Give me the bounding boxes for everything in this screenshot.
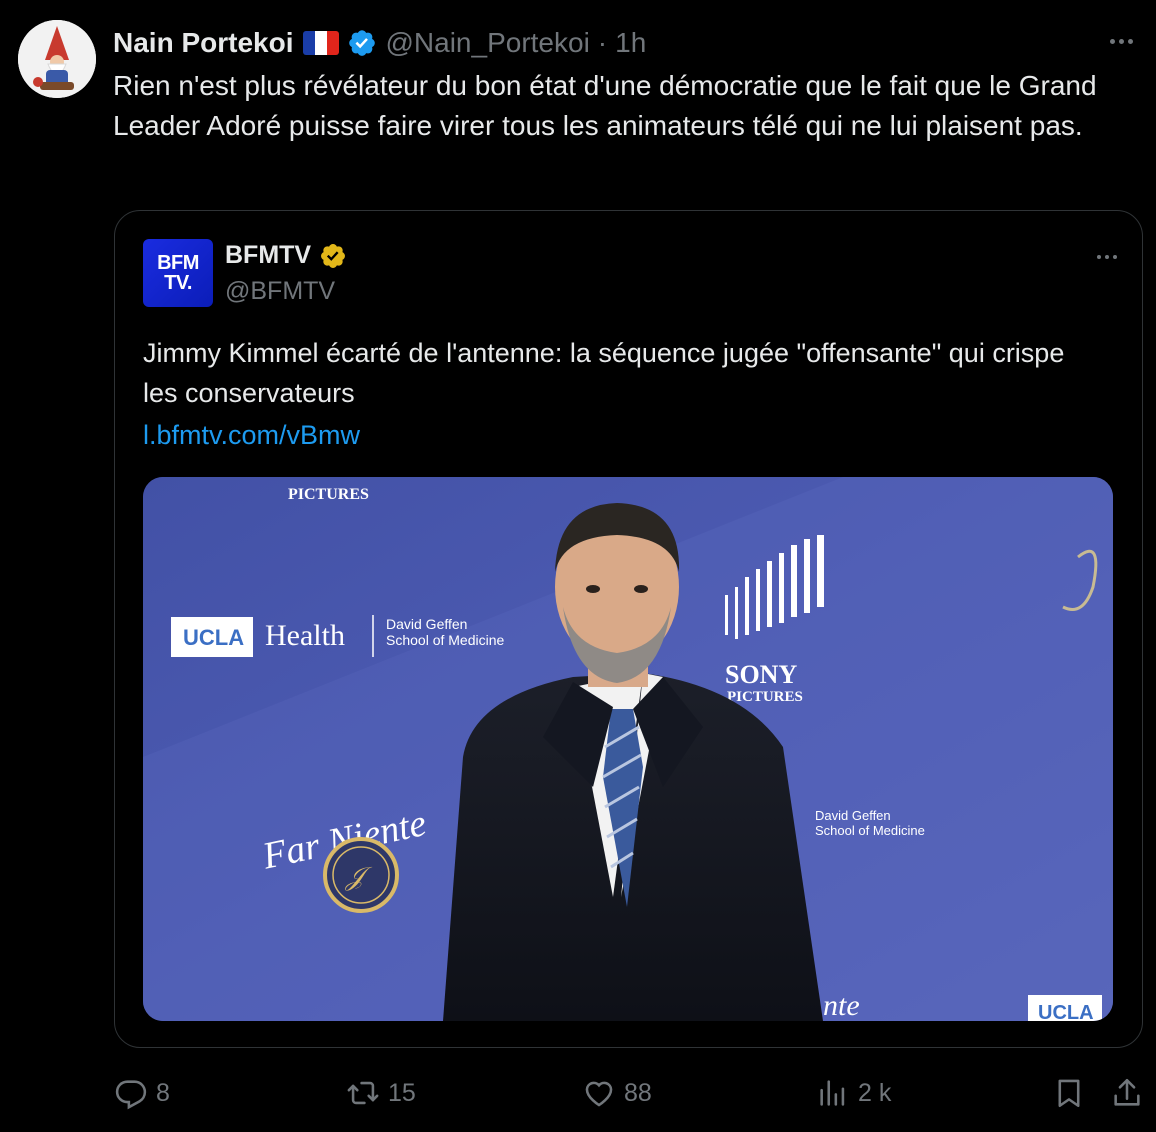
more-options-icon[interactable]	[1104, 26, 1138, 56]
backdrop-ucla-bottom: UCLA	[1038, 1002, 1094, 1021]
author-name[interactable]: Nain Portekoi	[113, 27, 293, 59]
backdrop-niente-bottom: nte	[823, 989, 860, 1021]
verified-badge-icon[interactable]	[347, 28, 377, 58]
repost-count: 15	[388, 1078, 416, 1107]
bookmark-icon	[1052, 1076, 1086, 1110]
author-handle[interactable]: @Nain_Portekoi	[385, 27, 589, 59]
like-count: 88	[624, 1078, 652, 1107]
like-button[interactable]: 88	[582, 1076, 652, 1110]
quote-author-handle[interactable]: @BFMTV	[225, 277, 335, 306]
backdrop-geffen-2: School of Medicine	[386, 632, 505, 648]
share-icon	[1110, 1076, 1144, 1110]
tweet-time[interactable]: 1h	[615, 27, 646, 59]
backdrop-geffen-1: David Geffen	[386, 616, 467, 632]
quote-media-photo[interactable]: PICTURES UCLA Health David Geffen School…	[143, 477, 1113, 1021]
backdrop-geffen2-2: School of Medicine	[815, 823, 925, 838]
photo-illustration: PICTURES UCLA Health David Geffen School…	[143, 477, 1113, 1021]
quote-author-name[interactable]: BFMTV	[225, 241, 311, 270]
backdrop-ucla: UCLA	[183, 625, 244, 650]
gnome-avatar-image	[18, 20, 96, 98]
verified-gold-badge-icon[interactable]	[319, 242, 347, 270]
analytics-icon	[816, 1076, 850, 1110]
tweet-text: Rien n'est plus révélateur du bon état d…	[113, 70, 1097, 141]
backdrop-sony-top: PICTURES	[288, 486, 369, 503]
france-flag-icon	[303, 31, 340, 55]
share-button[interactable]	[1110, 1076, 1144, 1110]
tweet-header: Nain Portekoi @Nain_Portekoi · 1h	[113, 26, 646, 60]
quote-author-row: BFMTV	[225, 241, 347, 270]
quote-more-options-icon[interactable]	[1092, 245, 1122, 269]
quote-text: Jimmy Kimmel écarté de l'antenne: la séq…	[143, 338, 1065, 408]
repost-icon	[346, 1076, 380, 1110]
views-button[interactable]: 2 k	[816, 1076, 891, 1110]
backdrop-geffen2-1: David Geffen	[815, 808, 891, 823]
reply-icon	[114, 1076, 148, 1110]
views-count: 2 k	[858, 1078, 892, 1107]
tweet-actions-bar: 8 15 88 2 k	[0, 1070, 1156, 1120]
quote-link[interactable]: l.bfmtv.com/vBmw	[143, 415, 360, 455]
repost-button[interactable]: 15	[346, 1076, 416, 1110]
avatar[interactable]	[18, 20, 96, 98]
logo-text-line1: BFM	[157, 252, 199, 274]
logo-text-line2: TV.	[164, 272, 192, 294]
quoted-tweet-card[interactable]: BFM TV. BFMTV @BFMTV Jimmy Kimmel écarté…	[114, 210, 1143, 1048]
bookmark-button[interactable]	[1052, 1076, 1086, 1110]
backdrop-health: Health	[265, 619, 345, 652]
reply-button[interactable]: 8	[114, 1076, 170, 1110]
backdrop-sony: SONY	[725, 660, 797, 689]
separator-dot: ·	[597, 27, 608, 58]
heart-icon	[582, 1076, 616, 1110]
backdrop-pictures: PICTURES	[727, 689, 803, 705]
bfmtv-logo[interactable]: BFM TV.	[143, 239, 213, 307]
reply-count: 8	[156, 1078, 170, 1107]
